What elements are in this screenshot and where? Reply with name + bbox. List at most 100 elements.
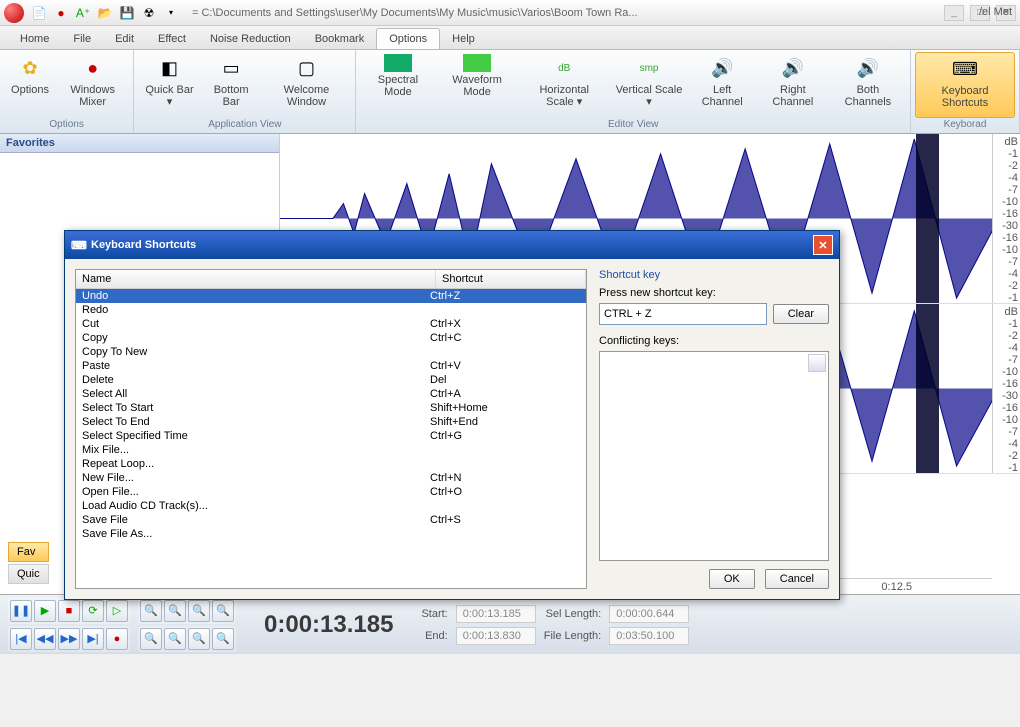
sel-length[interactable]: 0:00:00.644 [609, 605, 689, 623]
right-channel-button[interactable]: 🔊Right Channel [756, 52, 830, 118]
horizontal-scale-button[interactable]: dBHorizontal Scale ▾ [519, 52, 610, 118]
ribbon-group-editorview: Spectral Mode Waveform Mode dBHorizontal… [356, 50, 911, 133]
tab-home[interactable]: Home [8, 29, 61, 49]
record-icon[interactable]: ● [52, 4, 70, 22]
dialog-icon: ⌨ [71, 237, 87, 253]
clear-button[interactable]: Clear [773, 304, 829, 324]
bottom-bar-button[interactable]: ▭Bottom Bar [201, 52, 262, 118]
options-button[interactable]: ✿Options [4, 52, 56, 118]
minimize-button[interactable]: _ [944, 5, 964, 21]
play-button[interactable]: ▶ [34, 600, 56, 622]
both-channels-button[interactable]: 🔊Both Channels [830, 52, 906, 118]
selection-region[interactable] [916, 134, 938, 303]
goto-start-button[interactable]: |◀ [10, 628, 32, 650]
keyboard-icon: ⌨ [951, 55, 979, 83]
keyboard-shortcuts-button[interactable]: ⌨Keyboard Shortcuts [915, 52, 1015, 118]
zoom-v-full-button[interactable]: 🔍 [212, 628, 234, 650]
favorites-header[interactable]: Favorites [0, 134, 279, 153]
waveform-mode-button[interactable]: Waveform Mode [435, 52, 518, 118]
list-row[interactable]: Save File As... [76, 527, 586, 541]
font-icon[interactable]: A⁺ [74, 4, 92, 22]
list-row[interactable]: Select To StartShift+Home [76, 401, 586, 415]
zoom-selection-button[interactable]: 🔍 [188, 600, 210, 622]
list-row[interactable]: PasteCtrl+V [76, 359, 586, 373]
zoom-v-in-button[interactable]: 🔍 [140, 628, 162, 650]
file-length[interactable]: 0:03:50.100 [609, 627, 689, 645]
burn-icon[interactable]: ☢ [140, 4, 158, 22]
left-channel-button[interactable]: 🔊Left Channel [688, 52, 755, 118]
db-scale-left: dB-1-2-4-7-10-16-30-16-10-7-4-2-1 [992, 134, 1020, 303]
list-row[interactable]: Select To EndShift+End [76, 415, 586, 429]
list-row[interactable]: CopyCtrl+C [76, 331, 586, 345]
zoom-out-button[interactable]: 🔍 [164, 600, 186, 622]
col-shortcut-header[interactable]: Shortcut [436, 270, 586, 288]
shortcuts-list[interactable]: Name Shortcut UndoCtrl+ZRedoCutCtrl+XCop… [75, 269, 587, 589]
vertical-scale-button[interactable]: smpVertical Scale ▾ [610, 52, 689, 118]
bottom-tabs: Fav Quic [8, 542, 51, 584]
list-row[interactable]: Copy To New [76, 345, 586, 359]
shortcut-input[interactable] [599, 303, 767, 325]
tab-file[interactable]: File [61, 29, 103, 49]
list-row[interactable]: Redo [76, 303, 586, 317]
save-icon[interactable]: 💾 [118, 4, 136, 22]
rewind-button[interactable]: ◀◀ [34, 628, 56, 650]
zoom-in-button[interactable]: 🔍 [140, 600, 162, 622]
tab-edit[interactable]: Edit [103, 29, 146, 49]
play-selection-button[interactable]: ▷ [106, 600, 128, 622]
tab-help[interactable]: Help [440, 29, 487, 49]
welcome-window-button[interactable]: ▢Welcome Window [262, 52, 352, 118]
dialog-titlebar[interactable]: ⌨ Keyboard Shortcuts ✕ [65, 231, 839, 259]
app-orb-icon[interactable] [4, 3, 24, 23]
conflict-list[interactable] [599, 351, 829, 561]
pause-button[interactable]: ❚❚ [10, 600, 32, 622]
bottom-tab-quick[interactable]: Quic [8, 564, 49, 584]
ribbon-group-appview: ◧Quick Bar ▾ ▭Bottom Bar ▢Welcome Window… [134, 50, 356, 133]
ribbon-tabs: Home File Edit Effect Noise Reduction Bo… [0, 26, 1020, 50]
tab-options[interactable]: Options [376, 28, 440, 49]
bottom-tab-favorites[interactable]: Fav [8, 542, 49, 562]
list-row[interactable]: UndoCtrl+Z [76, 289, 586, 303]
right-speaker-icon: 🔊 [779, 54, 807, 82]
conflict-label: Conflicting keys: [599, 335, 829, 347]
list-row[interactable]: Save FileCtrl+S [76, 513, 586, 527]
smp-icon: smp [635, 54, 663, 82]
quick-bar-button[interactable]: ◧Quick Bar ▾ [138, 52, 200, 118]
title-bar: 📄 ● A⁺ 📂 💾 ☢ ▾ = C:\Documents and Settin… [0, 0, 1020, 26]
spectral-mode-button[interactable]: Spectral Mode [360, 52, 435, 118]
zoom-v-sel-button[interactable]: 🔍 [188, 628, 210, 650]
zoom-v-out-button[interactable]: 🔍 [164, 628, 186, 650]
new-file-icon[interactable]: 📄 [30, 4, 48, 22]
list-row[interactable]: Select AllCtrl+A [76, 387, 586, 401]
list-row[interactable]: Mix File... [76, 443, 586, 457]
ok-button[interactable]: OK [709, 569, 755, 589]
selection-region[interactable] [916, 304, 938, 473]
windows-mixer-button[interactable]: ●Windows Mixer [56, 52, 129, 118]
tab-bookmark[interactable]: Bookmark [303, 29, 377, 49]
play-loop-button[interactable]: ⟳ [82, 600, 104, 622]
col-name-header[interactable]: Name [76, 270, 436, 288]
start-time[interactable]: 0:00:13.185 [456, 605, 536, 623]
record-button[interactable]: ● [106, 628, 128, 650]
cancel-button[interactable]: Cancel [765, 569, 829, 589]
db-icon: dB [550, 54, 578, 82]
goto-end-button[interactable]: ▶| [82, 628, 104, 650]
stop-button[interactable]: ■ [58, 600, 80, 622]
list-row[interactable]: CutCtrl+X [76, 317, 586, 331]
list-row[interactable]: Open File...Ctrl+O [76, 485, 586, 499]
list-row[interactable]: Load Audio CD Track(s)... [76, 499, 586, 513]
list-row[interactable]: DeleteDel [76, 373, 586, 387]
forward-button[interactable]: ▶▶ [58, 628, 80, 650]
list-row[interactable]: Repeat Loop... [76, 457, 586, 471]
tab-noise-reduction[interactable]: Noise Reduction [198, 29, 303, 49]
qat-dropdown-icon[interactable]: ▾ [162, 4, 180, 22]
zoom-full-button[interactable]: 🔍 [212, 600, 234, 622]
list-row[interactable]: New File...Ctrl+N [76, 471, 586, 485]
open-folder-icon[interactable]: 📂 [96, 4, 114, 22]
end-time[interactable]: 0:00:13.830 [456, 627, 536, 645]
list-row[interactable]: Select Specified TimeCtrl+G [76, 429, 586, 443]
list-header: Name Shortcut [76, 270, 586, 289]
time-info: Start: 0:00:13.185 Sel Length: 0:00:00.6… [421, 605, 689, 645]
quick-access-toolbar: 📄 ● A⁺ 📂 💾 ☢ ▾ [30, 4, 180, 22]
tab-effect[interactable]: Effect [146, 29, 198, 49]
dialog-close-button[interactable]: ✕ [813, 235, 833, 255]
